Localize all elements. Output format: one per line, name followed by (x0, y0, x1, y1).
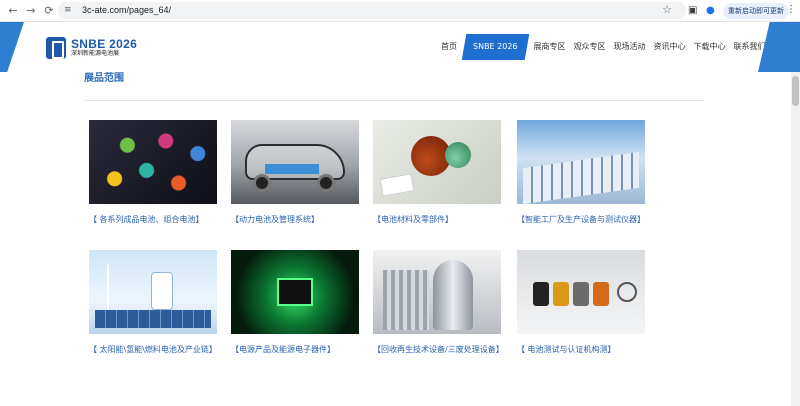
category-card[interactable]: 【智能工厂及生产设备与测试仪器】 (517, 120, 645, 225)
section-divider (84, 100, 704, 101)
smart-factory-image[interactable] (517, 120, 645, 204)
category-caption[interactable]: 【动力电池及管理系统】 (231, 214, 359, 225)
category-card[interactable]: 【 电池测试与认证机构测】 (517, 250, 645, 355)
category-card[interactable]: 【回收再生技术设备/三废处理设备】 (373, 250, 504, 355)
logo-subtitle: 深圳新能源电池展 (71, 50, 120, 57)
category-card[interactable]: 【电源产品及能源电子器件】 (231, 250, 359, 355)
header-accent-left (0, 22, 24, 72)
nav-news[interactable]: 资讯中心 (650, 22, 690, 72)
nav-home[interactable]: 首页 (437, 22, 461, 72)
back-icon[interactable]: ← (6, 4, 20, 18)
address-bar[interactable]: ≡ 3c-ate.com/pages_64/ ☆ (58, 2, 686, 19)
browser-toolbar: ← → ⟳ ≡ 3c-ate.com/pages_64/ ☆ ▣ ● 重新启动即… (0, 0, 800, 22)
category-card[interactable]: 【电池材料及零部件】 (373, 120, 501, 225)
ev-battery-image[interactable] (231, 120, 359, 204)
category-caption[interactable]: 【 太阳能\氢能\燃料电池及产业链】 (89, 344, 217, 355)
site-header: SNBE 2026 深圳新能源电池展 首页 SNBE 2026 展商专区 观众专… (0, 22, 800, 72)
category-card[interactable]: 【 太阳能\氢能\燃料电池及产业链】 (89, 250, 217, 355)
nav-events[interactable]: 现场活动 (610, 22, 650, 72)
update-button[interactable]: 重新启动即可更新 (723, 3, 789, 19)
battery-logo-icon (46, 37, 66, 59)
category-caption[interactable]: 【电池材料及零部件】 (373, 214, 501, 225)
site-info-icon[interactable]: ≡ (64, 4, 72, 17)
power-electronics-image[interactable] (231, 250, 359, 334)
category-caption[interactable]: 【 各系列成品电池、组合电池】 (89, 214, 217, 225)
site-logo[interactable]: SNBE 2026 深圳新能源电池展 (46, 37, 137, 59)
nav-snbe-2026[interactable]: SNBE 2026 (461, 34, 529, 60)
recycling-equipment-image[interactable] (373, 250, 501, 334)
nav-downloads[interactable]: 下载中心 (690, 22, 730, 72)
scrollbar-track[interactable] (791, 72, 800, 406)
forward-icon[interactable]: → (24, 4, 38, 18)
main-nav: 首页 SNBE 2026 展商专区 观众专区 现场活动 资讯中心 下载中心 联系… (437, 22, 770, 72)
battery-materials-image[interactable] (373, 120, 501, 204)
section-title: 展品范围 (84, 73, 124, 84)
nav-snbe-2026-label: SNBE 2026 (473, 42, 518, 51)
category-caption[interactable]: 【 电池测试与认证机构测】 (517, 344, 645, 355)
menu-icon[interactable]: ⋮ (786, 3, 796, 17)
battery-testing-image[interactable] (517, 250, 645, 334)
nav-visitors[interactable]: 观众专区 (570, 22, 610, 72)
nav-exhibitors[interactable]: 展商专区 (530, 22, 570, 72)
category-caption[interactable]: 【智能工厂及生产设备与测试仪器】 (517, 214, 645, 225)
category-caption[interactable]: 【电源产品及能源电子器件】 (231, 344, 359, 355)
bookmark-icon[interactable]: ☆ (662, 3, 672, 17)
scrollbar-thumb[interactable] (792, 76, 799, 106)
hydrogen-solar-image[interactable] (89, 250, 217, 334)
category-caption[interactable]: 【回收再生技术设备/三废处理设备】 (373, 344, 504, 355)
reload-icon[interactable]: ⟳ (42, 4, 56, 18)
battery-cells-image[interactable] (89, 120, 217, 204)
url-text[interactable]: 3c-ate.com/pages_64/ (82, 4, 171, 17)
logo-title: SNBE 2026 (71, 37, 138, 51)
category-card[interactable]: 【 各系列成品电池、组合电池】 (89, 120, 217, 225)
category-card[interactable]: 【动力电池及管理系统】 (231, 120, 359, 225)
profile-icon[interactable]: ● (706, 4, 715, 18)
side-panel-icon[interactable]: ▣ (688, 4, 697, 18)
